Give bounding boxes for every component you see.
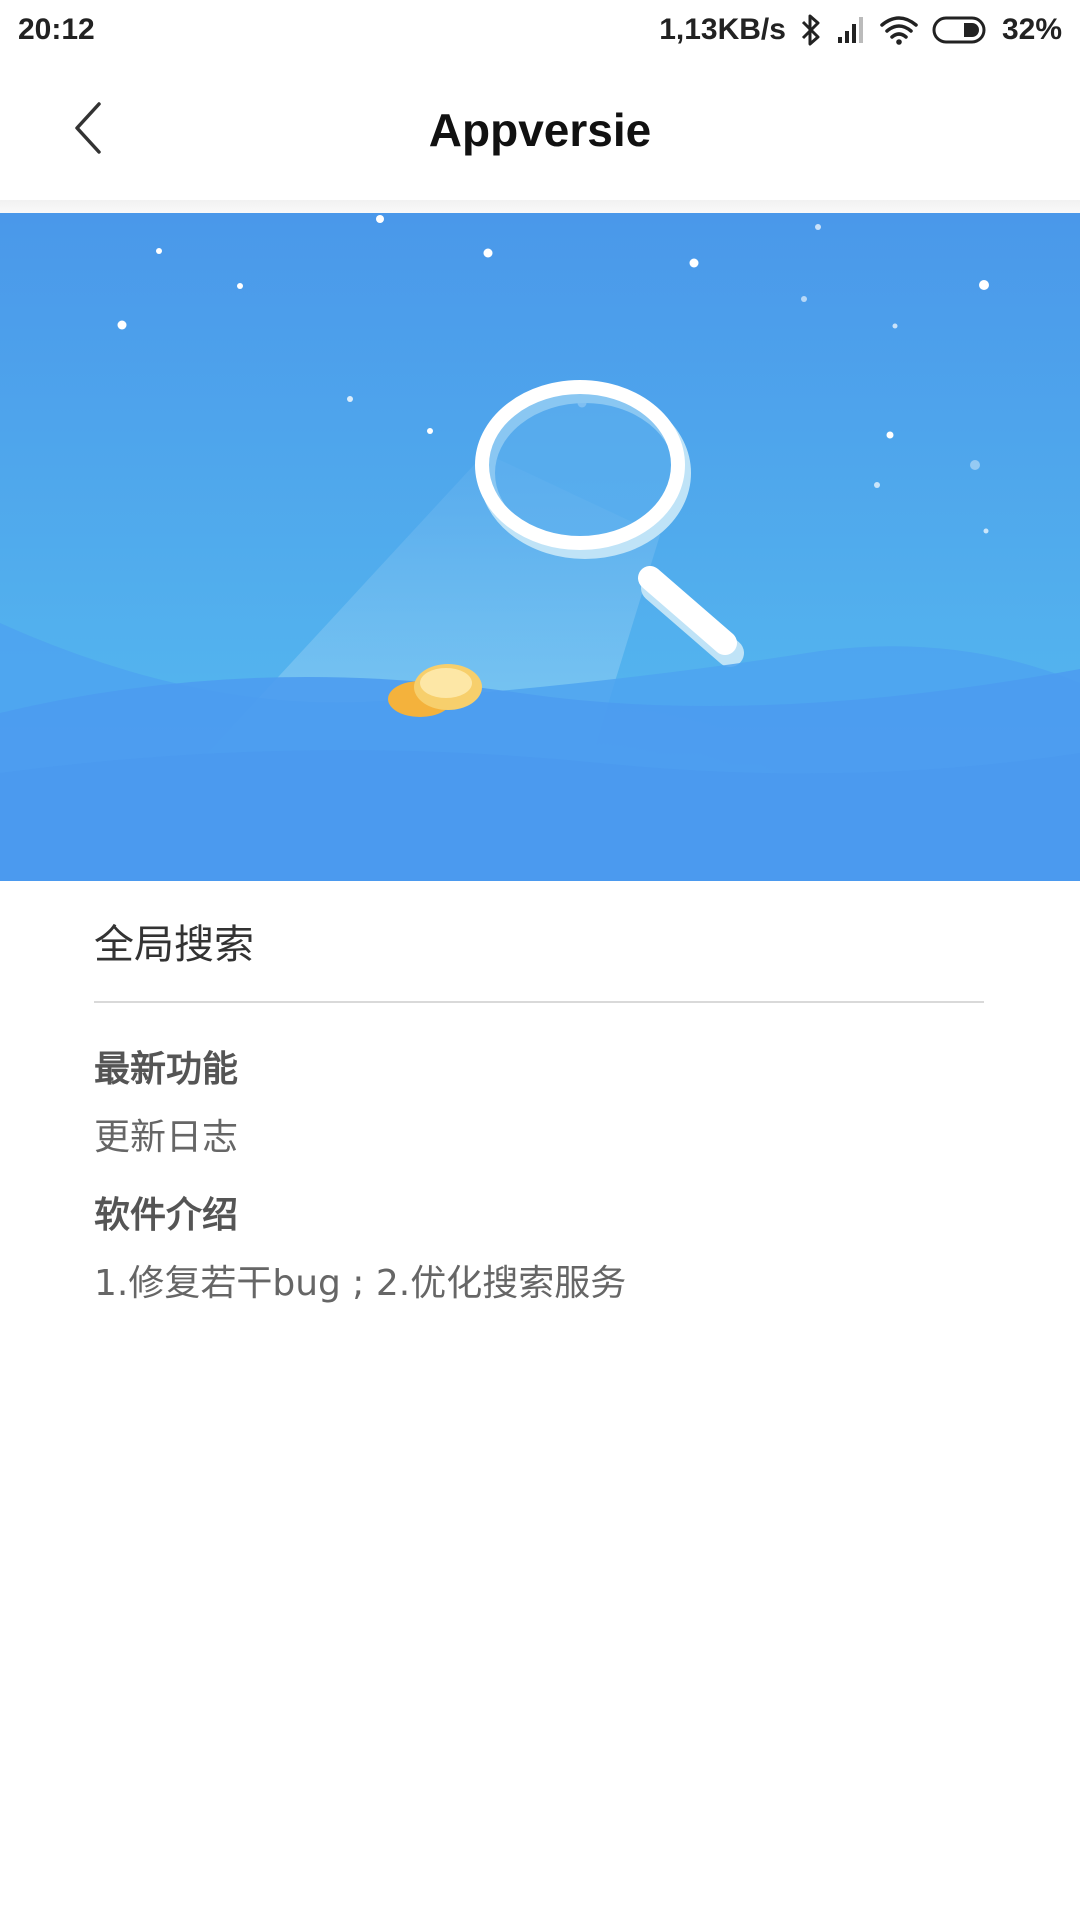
divider <box>94 1001 984 1003</box>
network-speed: 1,13KB/s <box>659 13 786 46</box>
page-title: Appversie <box>428 104 652 156</box>
battery-icon <box>932 15 988 45</box>
title-bar: Appversie <box>0 60 1080 200</box>
title-divider <box>0 200 1080 214</box>
status-time: 20:12 <box>18 13 95 46</box>
wifi-icon <box>880 15 918 45</box>
status-indicators: 1,13KB/s 32% <box>659 13 1062 47</box>
section-heading-intro: 软件介绍 <box>94 1195 239 1236</box>
section-text-changelog: 更新日志 <box>94 1117 239 1158</box>
bluetooth-icon <box>800 13 822 47</box>
app-version-screen: 20:12 1,13KB/s 32% Appversie 全局搜索 最新功能 更… <box>0 0 1080 1920</box>
signal-icon <box>836 15 866 45</box>
back-button[interactable] <box>54 88 124 172</box>
chevron-left-icon <box>71 100 107 160</box>
status-bar: 20:12 1,13KB/s 32% <box>0 0 1080 60</box>
banner-illustration <box>0 213 1080 881</box>
section-text-intro: 1.修复若干bug ; 2.优化搜索服务 <box>94 1263 627 1304</box>
section-heading-features: 最新功能 <box>94 1049 239 1090</box>
app-info: 全局搜索 最新功能 更新日志 软件介绍 1.修复若干bug ; 2.优化搜索服务 <box>94 881 984 1307</box>
battery-level: 32% <box>1001 13 1062 46</box>
app-name: 全局搜索 <box>94 922 254 968</box>
